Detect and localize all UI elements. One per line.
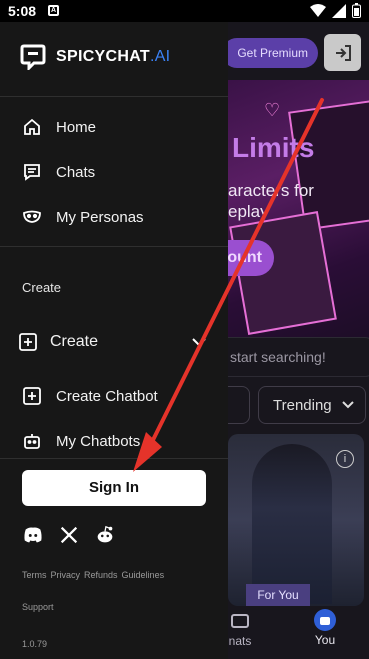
chevron-down-icon xyxy=(192,337,206,346)
status-bar: 5:08 A xyxy=(0,0,369,22)
spicychat-logo-icon xyxy=(20,44,46,70)
footer-link-privacy[interactable]: Privacy xyxy=(51,570,81,580)
chat-icon xyxy=(24,164,40,181)
clock: 5:08 xyxy=(8,3,37,19)
heart-icon: ♡ xyxy=(264,100,281,120)
support-link[interactable]: Support xyxy=(22,602,54,612)
sidebar-item-label: Create Chatbot xyxy=(56,387,158,405)
sidebar-item-home[interactable]: Home xyxy=(22,117,96,137)
version-label: 1.0.79 xyxy=(22,639,48,649)
chevron-down-icon xyxy=(341,401,354,409)
sidebar-item-my-personas[interactable]: My Personas xyxy=(22,207,144,227)
status-icons xyxy=(310,3,361,18)
hero-cta-label: ount xyxy=(227,249,262,266)
search-placeholder: start searching! xyxy=(230,349,326,365)
plus-square-icon xyxy=(19,333,37,351)
sort-label: Trending xyxy=(273,396,332,414)
brand-suffix: .AI xyxy=(149,48,171,65)
sidebar-item-chats[interactable]: Chats xyxy=(22,162,95,182)
reddit-icon[interactable] xyxy=(94,524,116,546)
divider xyxy=(0,458,228,459)
info-icon[interactable]: i xyxy=(336,450,354,468)
sign-in-button[interactable]: Sign In xyxy=(22,470,206,506)
sidebar-item-my-chatbots[interactable]: My Chatbots xyxy=(22,431,140,451)
robot-icon xyxy=(314,609,336,631)
login-button[interactable] xyxy=(324,34,361,71)
mask-icon xyxy=(23,210,41,223)
create-dropdown-label: Create xyxy=(50,333,99,350)
sidebar-item-create-chatbot[interactable]: Create Chatbot xyxy=(22,386,158,406)
section-label-create: Create xyxy=(22,280,62,295)
hero-subtitle-line: aracters for xyxy=(228,181,314,200)
divider xyxy=(0,96,228,97)
home-icon xyxy=(24,118,40,135)
navigation-drawer: SPICYCHAT.AI Home Chats My Personas Crea… xyxy=(0,22,228,659)
character-card[interactable]: i For You xyxy=(228,434,364,606)
search-input[interactable]: start searching! xyxy=(215,337,369,377)
plus-square-icon xyxy=(23,387,41,405)
create-dropdown[interactable]: Create xyxy=(18,332,206,352)
character-image xyxy=(252,444,332,604)
brand-name: SPICYCHAT.AI xyxy=(56,48,170,66)
footer-link-terms[interactable]: Terms xyxy=(22,570,47,580)
battery-icon xyxy=(352,3,361,18)
signal-icon xyxy=(332,3,346,18)
sidebar-item-label: Home xyxy=(56,118,97,136)
get-premium-label: Get Premium xyxy=(237,46,308,60)
footer-links: Terms Privacy Refunds Guidelines xyxy=(22,570,164,580)
sidebar-item-label: My Personas xyxy=(56,208,144,226)
sort-dropdown[interactable]: Trending xyxy=(258,386,366,424)
for-you-tag: For You xyxy=(246,584,310,606)
divider xyxy=(0,246,228,247)
social-links xyxy=(22,524,116,546)
robot-icon xyxy=(24,434,40,449)
nav-you[interactable]: You xyxy=(305,609,345,647)
footer-link-refunds[interactable]: Refunds xyxy=(84,570,118,580)
sidebar-item-label: My Chatbots xyxy=(56,432,141,450)
footer-link-guidelines[interactable]: Guidelines xyxy=(122,570,165,580)
hero-title: Limits xyxy=(232,132,315,163)
nav-you-label: You xyxy=(314,633,336,647)
hero-subtitle: aracters for eplay xyxy=(228,180,314,222)
wifi-icon xyxy=(310,3,326,17)
sidebar-item-label: Chats xyxy=(56,163,96,181)
hero-subtitle-line: eplay xyxy=(228,202,269,221)
notification-icon: A xyxy=(48,5,59,16)
chat-icon xyxy=(231,614,249,628)
x-icon[interactable] xyxy=(58,524,80,546)
brand[interactable]: SPICYCHAT.AI xyxy=(20,44,170,70)
brand-name-text: SPICYCHAT xyxy=(56,48,150,65)
get-premium-button[interactable]: Get Premium xyxy=(222,38,318,68)
login-icon xyxy=(335,44,351,61)
discord-icon[interactable] xyxy=(22,524,44,546)
